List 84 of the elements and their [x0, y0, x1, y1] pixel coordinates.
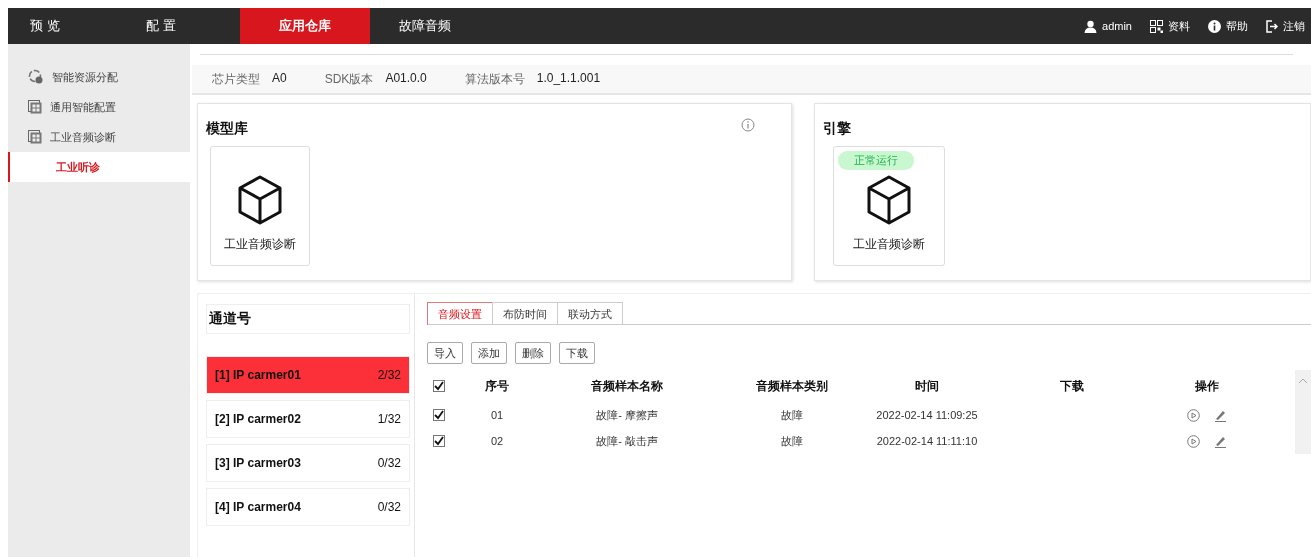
column-header: 音频样本类别	[755, 377, 829, 395]
column-header: 序号	[484, 377, 510, 395]
table-cell-text: 01	[489, 409, 505, 421]
cube-icon	[865, 174, 913, 226]
grid-icon	[28, 100, 42, 114]
play-icon[interactable]	[1187, 434, 1200, 448]
engine-tile[interactable]: 正常运行 工业音频诊断	[833, 146, 945, 266]
info-value: A0	[272, 70, 287, 87]
info-value: 1.0_1.1.001	[536, 70, 601, 87]
panel-title: 通道号	[206, 304, 410, 334]
column-header: 下载	[1059, 377, 1085, 395]
info-label: 算法版本号	[464, 70, 525, 88]
table-cell-text: 故障- 摩擦声	[595, 407, 659, 423]
info-value: A01.0.0	[385, 70, 427, 87]
checkbox[interactable]	[433, 409, 445, 421]
sidebar-item[interactable]: 通用智能配置	[8, 92, 190, 122]
logout-icon	[1266, 19, 1278, 33]
channel-name: [4] IP carmer04	[215, 500, 301, 514]
toolbar-button[interactable]: 下载	[559, 342, 595, 364]
toolbar-button[interactable]: 删除	[515, 342, 551, 364]
tile-label: 工业音频诊断	[224, 236, 296, 253]
column-header: 音频样本名称	[590, 377, 664, 395]
nav-tab[interactable]: 配 置	[124, 8, 240, 44]
nav-tab[interactable]: 应用仓库	[240, 8, 370, 44]
gear-icon	[28, 69, 44, 85]
sidebar-item[interactable]: 智能资源分配	[8, 62, 190, 92]
channel-count: 0/32	[377, 500, 401, 514]
checkbox[interactable]	[433, 380, 445, 392]
toolbar-button[interactable]: 添加	[471, 342, 507, 364]
channel-count: 1/32	[377, 412, 401, 426]
column-header: 操作	[1194, 377, 1220, 395]
table-cell-text: 故障	[780, 407, 804, 423]
nav-tab[interactable]: 预 览	[8, 8, 124, 44]
checkbox[interactable]	[433, 435, 445, 447]
channel-count: 0/32	[377, 456, 401, 470]
table-cell-text: 02	[489, 435, 505, 447]
channel-item[interactable]: [4] IP carmer04 0/32	[206, 488, 410, 526]
header-link[interactable]: 注销	[1266, 18, 1305, 34]
sub-tab[interactable]: 布防时间	[492, 302, 558, 325]
edit-icon[interactable]	[1214, 434, 1227, 448]
sub-tab[interactable]: 联动方式	[557, 302, 623, 325]
card-title: 引擎	[823, 120, 851, 138]
header-link-label: 注销	[1283, 18, 1305, 34]
column-header: 时间	[914, 377, 940, 395]
table-cell-text: 2022-02-14 11:09:25	[875, 409, 979, 421]
grid-icon	[28, 130, 42, 144]
table-cell-text: 故障- 敲击声	[595, 433, 659, 449]
header-link-label: admin	[1102, 20, 1132, 32]
channel-item[interactable]: [2] IP carmer02 1/32	[206, 400, 410, 438]
info-label: SDK版本	[324, 70, 374, 88]
scrollbar[interactable]	[1295, 370, 1311, 454]
sidebar-item-label: 工业音频诊断	[50, 129, 116, 145]
sidebar-item[interactable]: 工业音频诊断	[8, 122, 190, 152]
channel-name: [3] IP carmer03	[215, 456, 301, 470]
sidebar-item-label: 智能资源分配	[52, 69, 118, 85]
edit-icon[interactable]	[1214, 408, 1227, 422]
tile-label: 工业音频诊断	[853, 236, 925, 253]
card-title: 模型库	[206, 120, 248, 138]
info-icon	[1208, 19, 1221, 33]
info-label: 芯片类型	[212, 70, 260, 88]
cube-icon	[236, 174, 284, 226]
channel-name: [1] IP carmer01	[215, 368, 301, 382]
header-link-label: 资料	[1168, 18, 1190, 34]
table-cell-text: 故障	[780, 433, 804, 449]
info-icon[interactable]	[741, 118, 755, 132]
qr-code-icon	[1150, 19, 1163, 33]
sub-tab[interactable]: 音频设置	[427, 302, 493, 325]
channel-item[interactable]: [1] IP carmer01 2/32	[206, 356, 410, 394]
channel-name: [2] IP carmer02	[215, 412, 301, 426]
header-link[interactable]: admin	[1084, 19, 1132, 33]
nav-tab[interactable]: 故障音频	[370, 8, 480, 44]
model-tile[interactable]: 工业音频诊断	[210, 146, 310, 266]
status-badge: 正常运行	[838, 151, 914, 170]
table-cell-text: 2022-02-14 11:11:10	[875, 435, 979, 447]
channel-count: 2/32	[377, 368, 401, 382]
toolbar-button[interactable]: 导入	[427, 342, 463, 364]
header-link[interactable]: 资料	[1150, 18, 1190, 34]
header-link-label: 帮助	[1226, 18, 1248, 34]
sidebar-item-label: 通用智能配置	[50, 99, 116, 115]
sidebar-subitem[interactable]: 工业听诊	[8, 152, 190, 182]
play-icon[interactable]	[1187, 408, 1200, 422]
header-link[interactable]: 帮助	[1208, 18, 1248, 34]
channel-item[interactable]: [3] IP carmer03 0/32	[206, 444, 410, 482]
user-icon	[1084, 19, 1098, 33]
